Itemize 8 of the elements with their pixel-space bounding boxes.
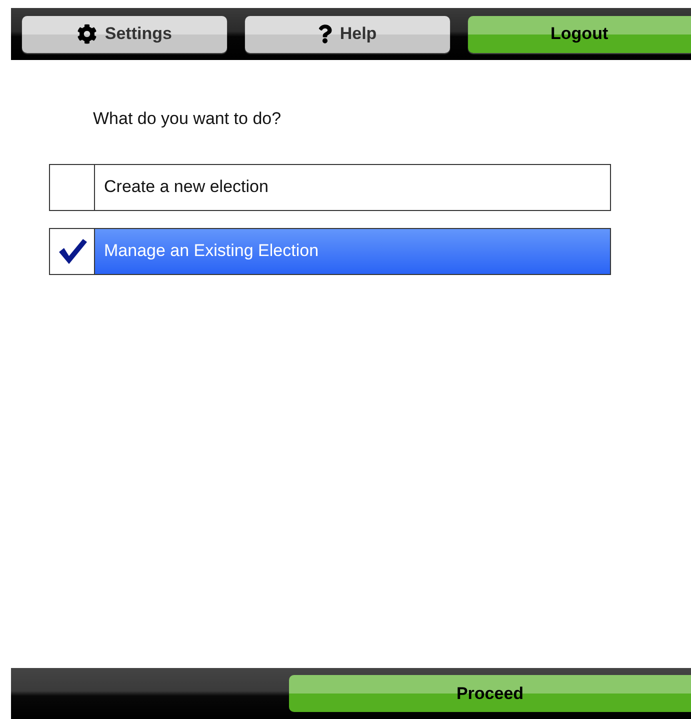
help-button[interactable]: Help xyxy=(244,16,450,52)
question-text: What do you want to do? xyxy=(93,108,282,130)
proceed-button[interactable]: Proceed xyxy=(289,675,691,712)
settings-button[interactable]: Settings xyxy=(22,16,227,52)
help-icon xyxy=(318,24,332,44)
logout-button[interactable]: Logout xyxy=(468,16,691,52)
checkmark-icon xyxy=(56,236,88,266)
settings-icon xyxy=(76,24,97,44)
